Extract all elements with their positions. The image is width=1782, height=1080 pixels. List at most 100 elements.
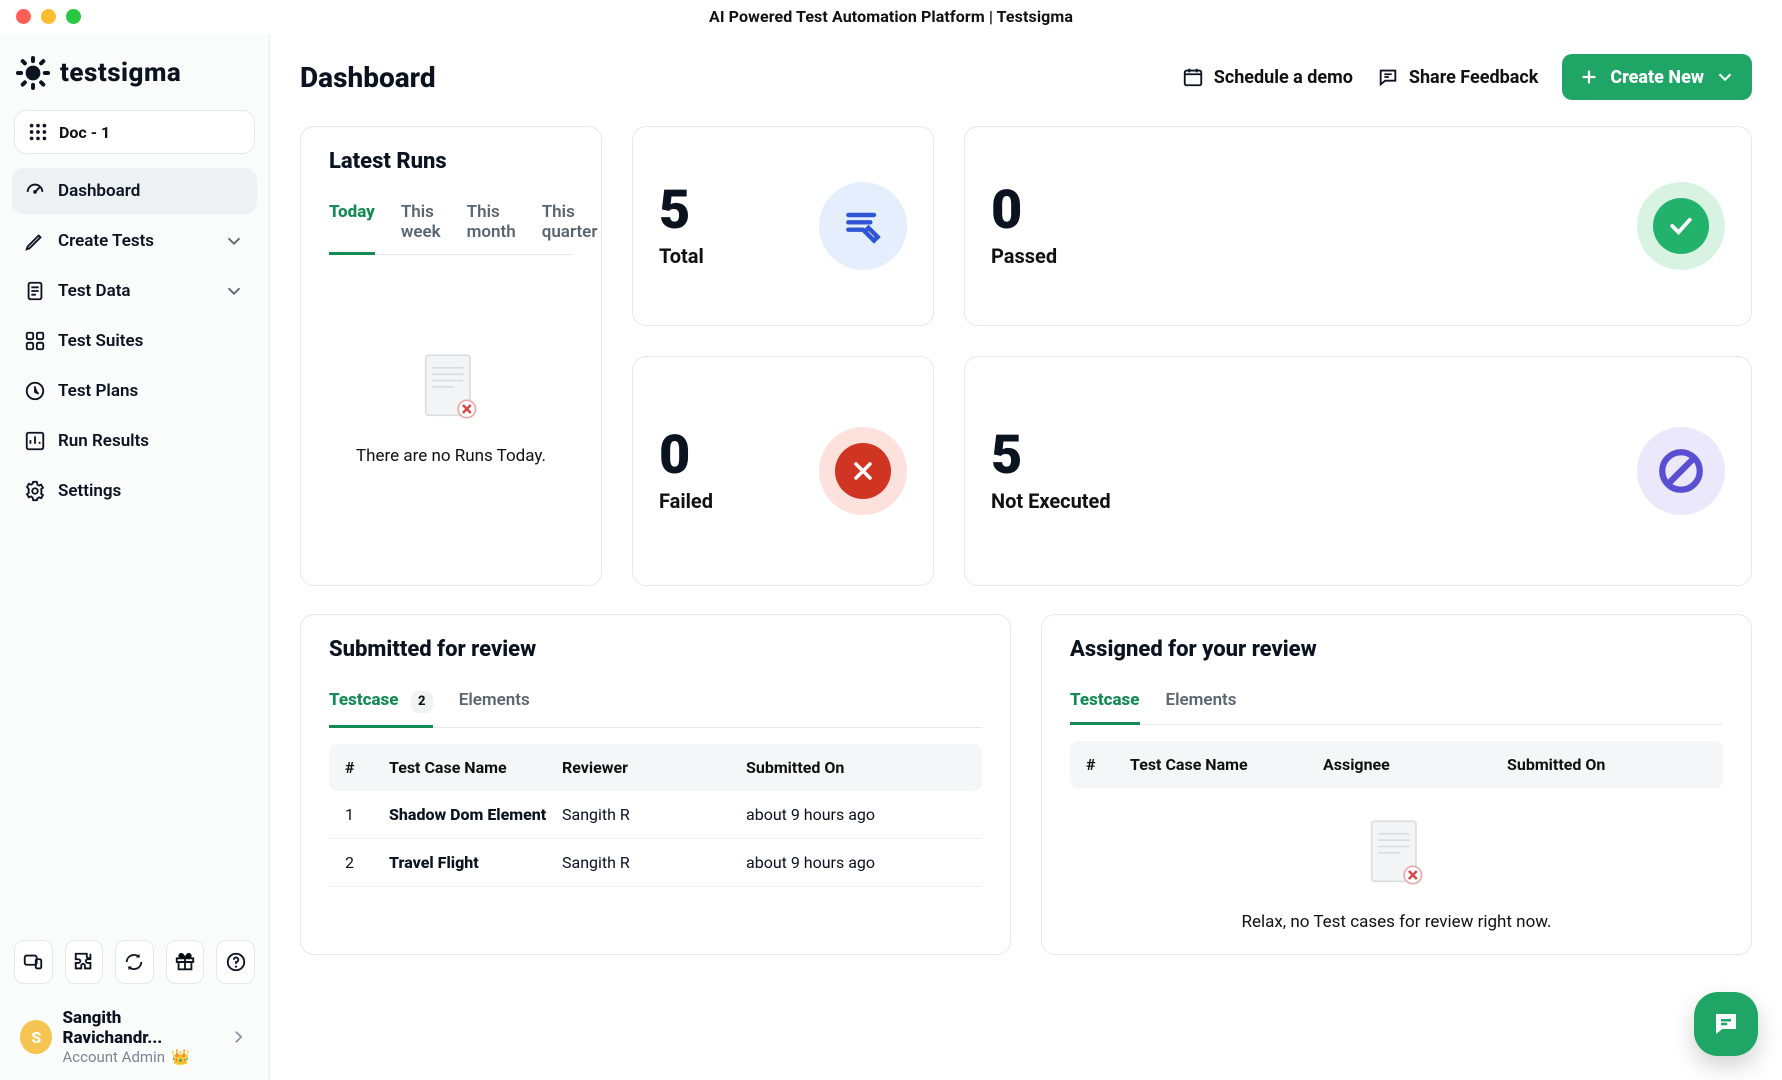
- avatar: S: [20, 1020, 52, 1054]
- tab-this-month[interactable]: This month: [467, 190, 516, 254]
- chevron-down-icon: [223, 230, 245, 252]
- stat-value: 0: [991, 184, 1057, 238]
- user-role: Account Admin 👑: [62, 1048, 218, 1066]
- brand-name: testsigma: [60, 58, 181, 88]
- nav-label: Dashboard: [58, 181, 140, 201]
- empty-state: There are no Runs Today.: [329, 255, 573, 563]
- settings-icon: [24, 480, 46, 502]
- grid-icon: [27, 121, 49, 143]
- window-title: AI Powered Test Automation Platform | Te…: [16, 7, 1766, 26]
- suites-icon: [24, 330, 46, 352]
- window-titlebar: AI Powered Test Automation Platform | Te…: [0, 0, 1782, 34]
- tab-testcase[interactable]: Testcase 2: [329, 678, 433, 728]
- share-feedback-button[interactable]: Share Feedback: [1377, 66, 1538, 88]
- close-window-button[interactable]: [16, 9, 31, 24]
- nav-settings[interactable]: Settings: [12, 468, 257, 514]
- nav-create-tests[interactable]: Create Tests: [12, 218, 257, 264]
- project-label: Doc - 1: [59, 123, 110, 142]
- chat-bubble-icon: [1711, 1009, 1741, 1039]
- help-icon: [225, 951, 247, 973]
- stat-value: 5: [659, 184, 704, 238]
- pencil-icon: [24, 230, 46, 252]
- section-title: Latest Runs: [329, 149, 573, 174]
- minimize-window-button[interactable]: [41, 9, 56, 24]
- section-title: Assigned for your review: [1070, 637, 1723, 662]
- table-header: # Test Case Name Assignee Submitted On: [1070, 741, 1723, 788]
- user-name: Sangith Ravichandr...: [62, 1008, 218, 1048]
- sidebar-tools: [12, 934, 257, 998]
- check-circle-icon: [1637, 182, 1725, 270]
- tab-today[interactable]: Today: [329, 190, 375, 255]
- chat-fab[interactable]: [1694, 992, 1758, 1056]
- tool-credits[interactable]: [166, 940, 205, 984]
- nav-label: Test Plans: [58, 381, 138, 401]
- tab-testcase[interactable]: Testcase: [1070, 678, 1140, 725]
- nav-test-data[interactable]: Test Data: [12, 268, 257, 314]
- table-header: # Test Case Name Reviewer Submitted On: [329, 744, 982, 791]
- nav-test-suites[interactable]: Test Suites: [12, 318, 257, 364]
- tool-sync[interactable]: [115, 940, 154, 984]
- tool-devices[interactable]: [14, 940, 53, 984]
- results-icon: [24, 430, 46, 452]
- stat-card-not-executed[interactable]: 5 Not Executed: [964, 356, 1752, 586]
- table-row[interactable]: 2 Travel Flight Sangith R about 9 hours …: [329, 839, 982, 887]
- nav-label: Test Suites: [58, 331, 143, 351]
- stat-card-total[interactable]: 5 Total: [632, 126, 934, 326]
- user-menu[interactable]: S Sangith Ravichandr... Account Admin 👑: [12, 998, 257, 1070]
- page-title: Dashboard: [300, 61, 436, 94]
- chevron-down-icon: [1714, 66, 1736, 88]
- plus-icon: [1578, 66, 1600, 88]
- x-circle-icon: [819, 427, 907, 515]
- chat-icon: [1377, 66, 1399, 88]
- tab-this-quarter[interactable]: This quarter: [542, 190, 598, 254]
- dashboard-icon: [24, 180, 46, 202]
- create-new-button[interactable]: Create New: [1562, 54, 1752, 100]
- gift-icon: [174, 951, 196, 973]
- project-selector[interactable]: Doc - 1: [14, 110, 255, 154]
- tab-elements[interactable]: Elements: [1166, 678, 1237, 724]
- nav-label: Test Data: [58, 281, 131, 301]
- calendar-icon: [1182, 66, 1204, 88]
- submitted-panel: Submitted for review Testcase 2 Elements…: [300, 614, 1011, 955]
- brand-logo[interactable]: testsigma: [12, 50, 257, 106]
- tool-extension[interactable]: [65, 940, 104, 984]
- list-pencil-icon: [819, 182, 907, 270]
- nav-run-results[interactable]: Run Results: [12, 418, 257, 464]
- section-title: Submitted for review: [329, 637, 982, 662]
- stat-card-passed[interactable]: 0 Passed: [964, 126, 1752, 326]
- count-badge: 2: [411, 691, 433, 713]
- stat-label: Not Executed: [991, 489, 1111, 513]
- nav-dashboard[interactable]: Dashboard: [12, 168, 257, 214]
- chevron-down-icon: [223, 280, 245, 302]
- empty-doc-icon: [1364, 818, 1430, 894]
- gear-icon: [16, 56, 50, 90]
- tab-elements[interactable]: Elements: [459, 678, 530, 727]
- nav-test-plans[interactable]: Test Plans: [12, 368, 257, 414]
- stat-value: 0: [659, 429, 713, 483]
- stat-label: Passed: [991, 244, 1057, 268]
- schedule-demo-button[interactable]: Schedule a demo: [1182, 66, 1353, 88]
- main-content: Dashboard Schedule a demo Share Feedback…: [270, 34, 1782, 1080]
- table-row[interactable]: 1 Shadow Dom Element Sangith R about 9 h…: [329, 791, 982, 839]
- nav-label: Run Results: [58, 431, 149, 451]
- latest-runs-panel: Latest Runs Today This week This month T…: [300, 126, 602, 586]
- devices-icon: [22, 951, 44, 973]
- chevron-right-icon: [228, 1026, 249, 1048]
- sync-icon: [123, 951, 145, 973]
- tab-this-week[interactable]: This week: [401, 190, 441, 254]
- stat-label: Total: [659, 244, 704, 268]
- maximize-window-button[interactable]: [66, 9, 81, 24]
- sidebar: testsigma Doc - 1 Dashboard Create Tests…: [0, 34, 270, 1080]
- nav-label: Create Tests: [58, 231, 154, 251]
- plans-icon: [24, 380, 46, 402]
- stat-value: 5: [991, 429, 1111, 483]
- no-entry-icon: [1637, 427, 1725, 515]
- nav-label: Settings: [58, 481, 121, 501]
- stat-card-failed[interactable]: 0 Failed: [632, 356, 934, 586]
- puzzle-icon: [73, 951, 95, 973]
- empty-doc-icon: [418, 352, 484, 428]
- tool-help[interactable]: [216, 940, 255, 984]
- stat-label: Failed: [659, 489, 713, 513]
- file-icon: [24, 280, 46, 302]
- empty-state: Relax, no Test cases for review right no…: [1070, 818, 1723, 932]
